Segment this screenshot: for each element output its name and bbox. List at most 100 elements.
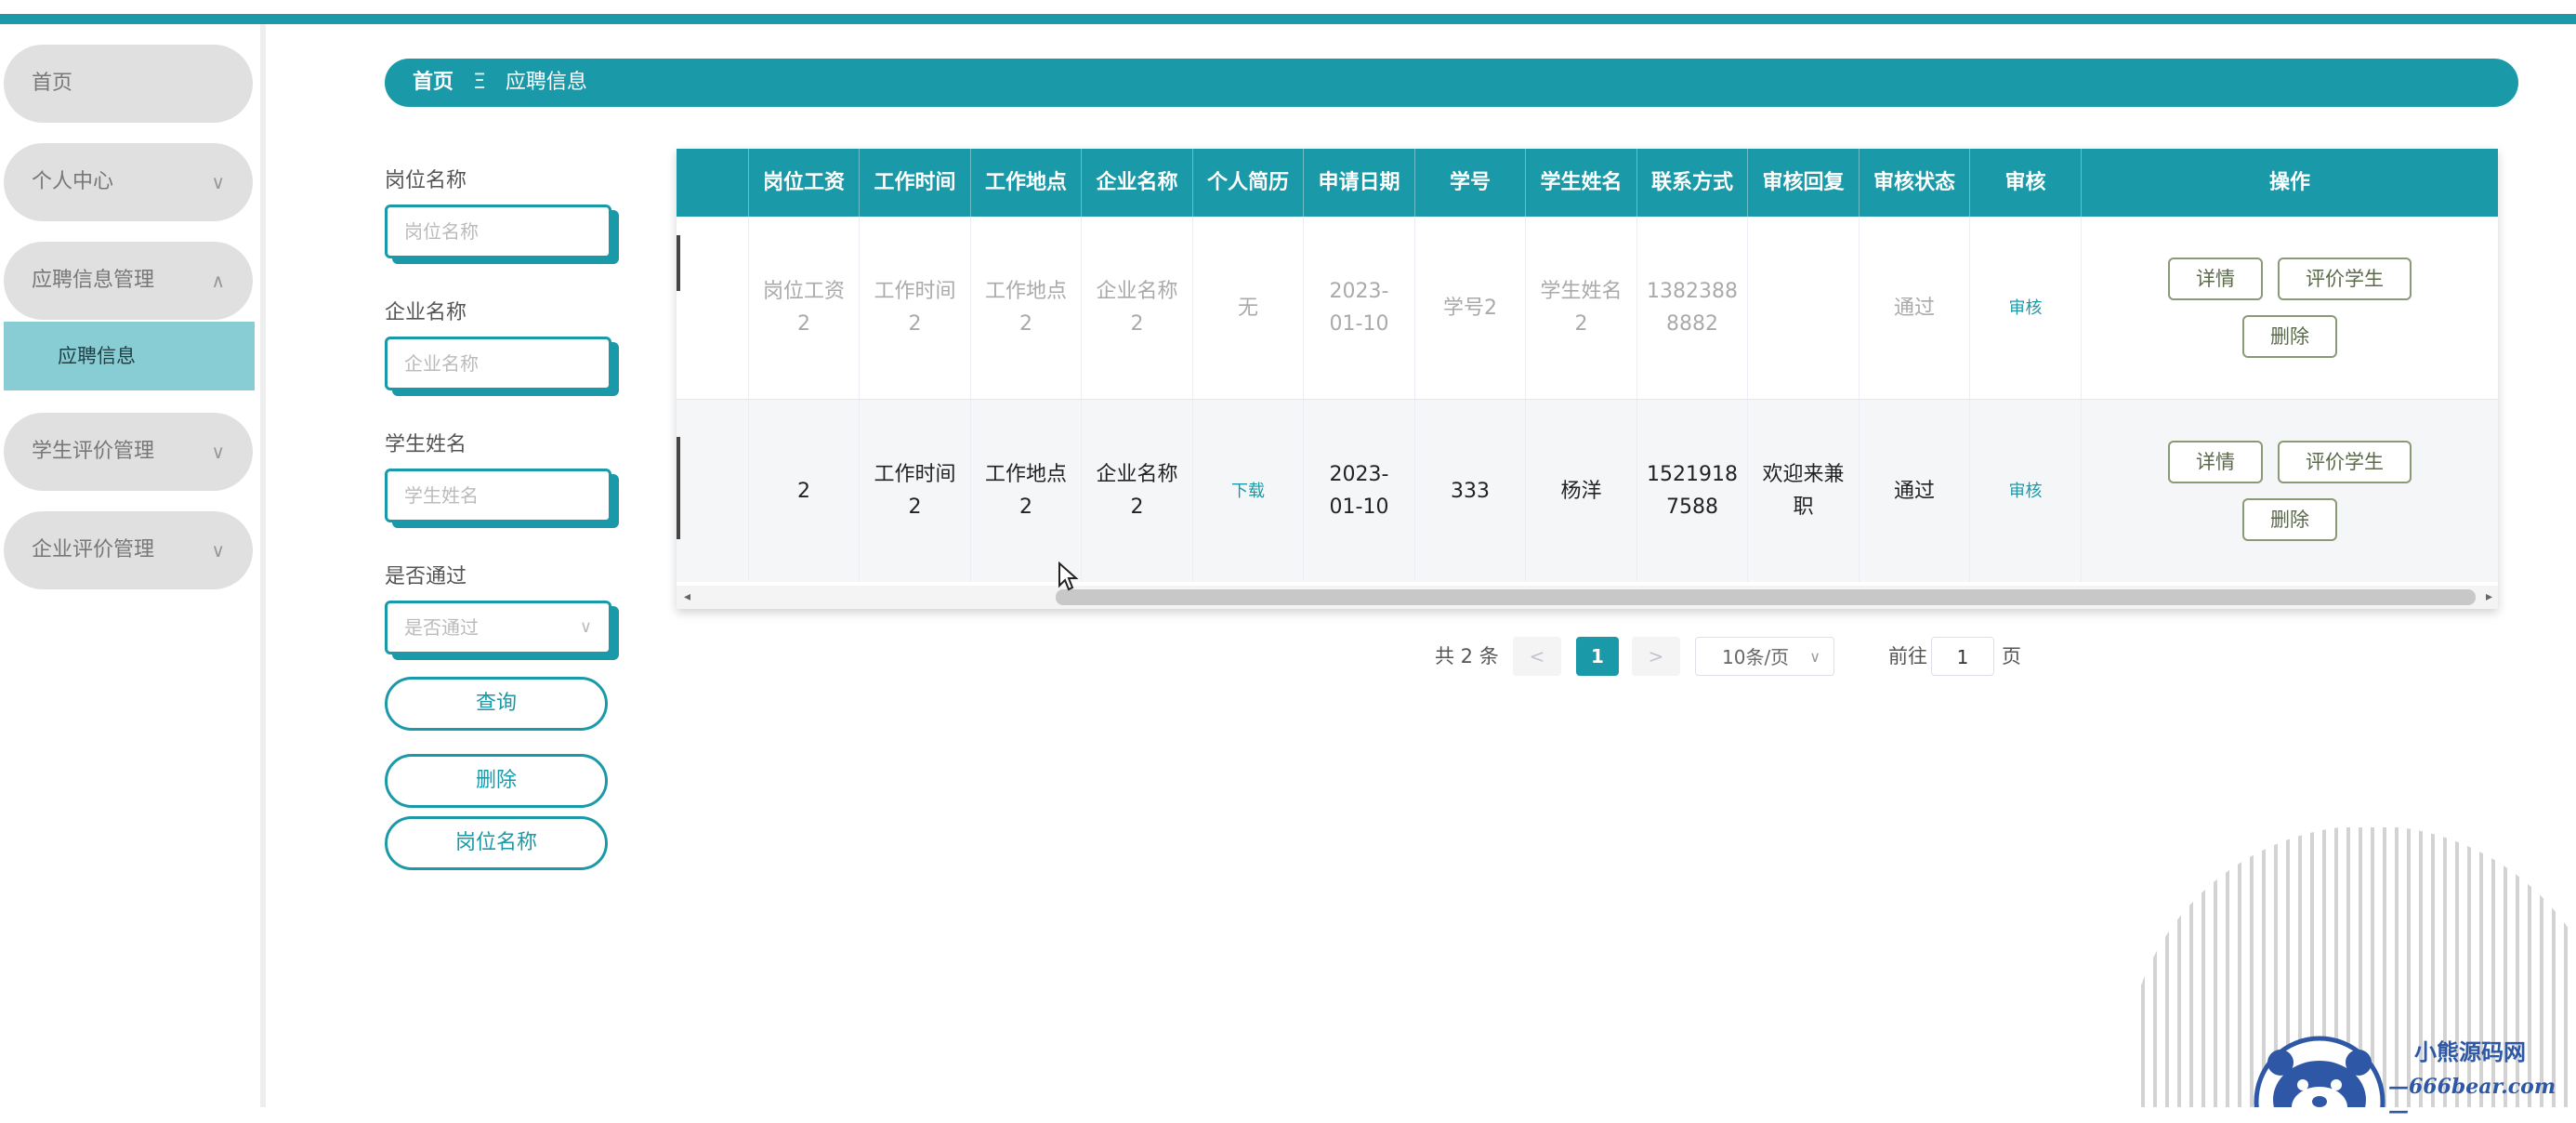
table-cell-checkbox[interactable]	[677, 217, 748, 399]
table-row: 岗位工资2 工作时间2 工作地点2 企业名称2 无 2023-01-10 学号2…	[677, 217, 2498, 400]
table-header-cell: 操作	[2081, 149, 2498, 217]
review-link[interactable]: 审核	[2009, 475, 2043, 508]
page-size-select[interactable]: 10条/页 ∨	[1695, 637, 1834, 676]
detail-button[interactable]: 详情	[2168, 441, 2263, 483]
student-name-placeholder: 学生姓名	[404, 484, 479, 507]
table-cell: 工作地点2	[970, 400, 1081, 582]
table-header-cell: 个人简历	[1192, 149, 1303, 217]
row-delete-button[interactable]: 删除	[2242, 498, 2337, 541]
chevron-down-icon: ∨	[1809, 648, 1820, 666]
table-header-cell: 申请日期	[1303, 149, 1414, 217]
sidebar-item-company-evaluation[interactable]: 企业评价管理 ∨	[4, 511, 253, 589]
position-name-button[interactable]: 岗位名称	[385, 816, 608, 870]
table-header: 岗位工资 工作时间 工作地点 企业名称 个人简历 申请日期 学号 学生姓名 联系…	[677, 149, 2498, 217]
watermark-name: 小熊源码网	[2414, 1038, 2526, 1065]
breadcrumb-separator-icon: Ξ	[473, 71, 486, 94]
table-header-cell: 工作地点	[970, 149, 1081, 217]
table-header-cell: 审核	[1969, 149, 2081, 217]
sidebar-item-application-management[interactable]: 应聘信息管理 ∧	[4, 242, 253, 320]
table-cell: 通过	[1859, 217, 1969, 399]
resume-download-link[interactable]: 下载	[1231, 475, 1265, 508]
sidebar: 首页 个人中心 ∨ 应聘信息管理 ∧ 应聘信息 学生评价管理 ∨ 企业评价管理 …	[0, 24, 266, 1107]
position-name-input[interactable]: 岗位名称	[385, 205, 611, 258]
table-header-cell: 审核状态	[1859, 149, 1969, 217]
chevron-up-icon: ∧	[211, 270, 225, 292]
pagination-goto-label: 前往	[1888, 645, 1927, 667]
student-name-input[interactable]: 学生姓名	[385, 469, 611, 522]
chevron-down-icon: ∨	[579, 617, 592, 637]
table-cell: 杨洋	[1525, 400, 1636, 582]
table-cell: 岗位工资2	[748, 217, 859, 399]
horizontal-scrollbar[interactable]: ◂ ▸	[677, 586, 2498, 609]
position-name-placeholder: 岗位名称	[404, 220, 479, 243]
sidebar-subitem-label: 应聘信息	[58, 345, 136, 367]
table-cell-checkbox[interactable]	[677, 400, 748, 582]
pagination-prev-button[interactable]: <	[1513, 637, 1561, 676]
page-size-value: 10条/页	[1722, 646, 1790, 668]
sidebar-item-label: 个人中心	[32, 170, 114, 193]
table-cell: 学号2	[1414, 217, 1525, 399]
sidebar-item-home[interactable]: 首页	[4, 45, 253, 123]
breadcrumb-current: 应聘信息	[505, 71, 587, 94]
table-header-cell: 岗位工资	[748, 149, 859, 217]
table-cell-actions: 详情 评价学生 删除	[2081, 217, 2498, 399]
sidebar-item-label: 首页	[32, 72, 73, 95]
pagination-page-1[interactable]: 1	[1576, 637, 1619, 676]
table-row: 2 工作时间2 工作地点2 企业名称2 下载 2023-01-10 333 杨洋…	[677, 400, 2498, 582]
application-table: 岗位工资 工作时间 工作地点 企业名称 个人简历 申请日期 学号 学生姓名 联系…	[677, 149, 2498, 609]
table-cell-actions: 详情 评价学生 删除	[2081, 400, 2498, 582]
table-cell: 333	[1414, 400, 1525, 582]
sidebar-item-student-evaluation[interactable]: 学生评价管理 ∨	[4, 413, 253, 491]
company-name-placeholder: 企业名称	[404, 352, 479, 375]
pagination-page-suffix: 页	[2002, 645, 2021, 667]
review-link[interactable]: 审核	[2009, 292, 2043, 324]
company-name-label: 企业名称	[385, 301, 467, 324]
table-cell: 2023-01-10	[1303, 400, 1414, 582]
table-cell: 工作地点2	[970, 217, 1081, 399]
row-delete-button[interactable]: 删除	[2242, 315, 2337, 358]
table-cell: 无	[1192, 217, 1303, 399]
table-cell: 2	[748, 400, 859, 582]
scroll-left-icon[interactable]: ◂	[684, 586, 690, 609]
mouse-cursor-icon	[1058, 562, 1079, 591]
sidebar-item-label: 企业评价管理	[32, 538, 155, 562]
pass-status-select[interactable]: 是否通过 ∨	[385, 601, 611, 654]
scroll-right-icon[interactable]: ▸	[2486, 586, 2492, 609]
position-name-label: 岗位名称	[385, 169, 467, 192]
sidebar-item-label: 学生评价管理	[32, 440, 155, 463]
table-cell: 2023-01-10	[1303, 217, 1414, 399]
watermark-url: —666bear.com—	[2388, 1075, 2556, 1123]
chevron-down-icon: ∨	[211, 171, 225, 193]
student-name-label: 学生姓名	[385, 433, 467, 456]
table-cell: 通过	[1859, 400, 1969, 582]
table-cell: 工作时间2	[859, 400, 970, 582]
sidebar-item-personal-center[interactable]: 个人中心 ∨	[4, 143, 253, 221]
pass-status-placeholder: 是否通过	[404, 616, 479, 639]
company-name-input[interactable]: 企业名称	[385, 337, 611, 390]
breadcrumb-home[interactable]: 首页	[413, 71, 453, 94]
query-button[interactable]: 查询	[385, 677, 608, 731]
table-header-cell: 学号	[1414, 149, 1525, 217]
table-header-cell: 审核回复	[1747, 149, 1859, 217]
table-cell: 工作时间2	[859, 217, 970, 399]
top-accent-bar	[0, 14, 2576, 24]
table-header-cell: 联系方式	[1636, 149, 1747, 217]
delete-button[interactable]: 删除	[385, 754, 608, 808]
detail-button[interactable]: 详情	[2168, 258, 2263, 300]
pagination-next-button[interactable]: >	[1632, 637, 1680, 676]
chevron-down-icon: ∨	[211, 539, 225, 562]
table-cell: 企业名称2	[1081, 217, 1192, 399]
table-cell-review: 审核	[1969, 400, 2081, 582]
evaluate-student-button[interactable]: 评价学生	[2278, 441, 2412, 483]
table-header-checkbox	[677, 149, 748, 217]
pagination-total: 共 2 条	[1435, 645, 1499, 667]
scrollbar-thumb[interactable]	[1056, 589, 2476, 605]
sidebar-subitem-application-info[interactable]: 应聘信息	[4, 322, 255, 390]
breadcrumb: 首页 Ξ 应聘信息	[385, 59, 2518, 107]
table-cell: 13823888882	[1636, 217, 1747, 399]
pagination-goto-input[interactable]: 1	[1931, 637, 1994, 676]
table-cell: 企业名称2	[1081, 400, 1192, 582]
evaluate-student-button[interactable]: 评价学生	[2278, 258, 2412, 300]
table-header-cell: 企业名称	[1081, 149, 1192, 217]
table-header-cell: 工作时间	[859, 149, 970, 217]
